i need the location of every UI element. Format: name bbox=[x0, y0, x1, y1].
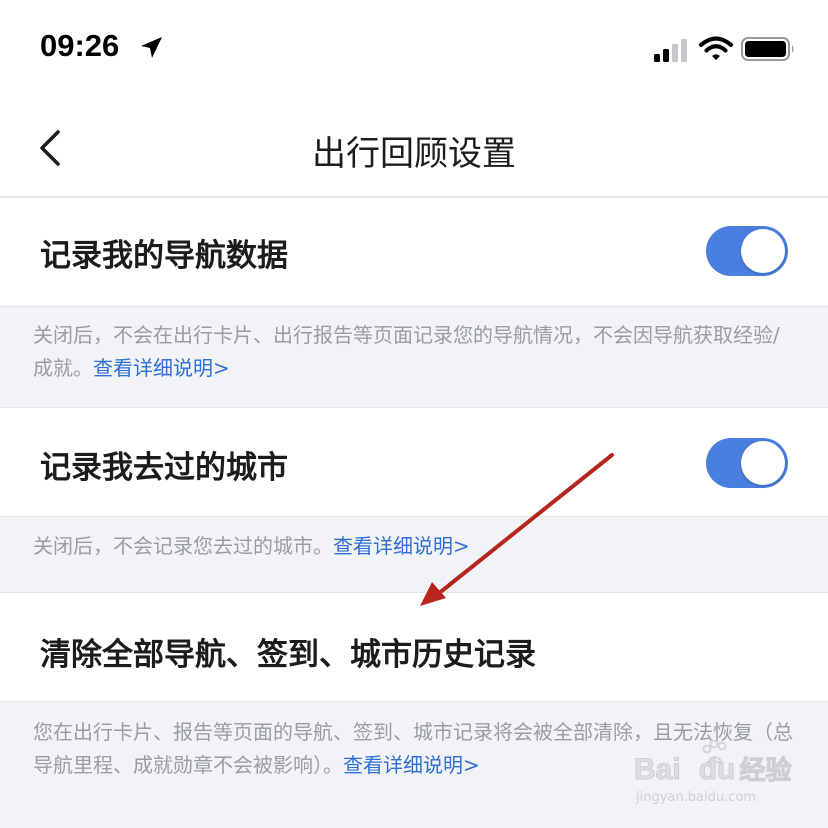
watermark-url: jingyan.baidu.com bbox=[636, 790, 756, 805]
details-link-clear-history[interactable]: 查看详细说明> bbox=[343, 753, 480, 777]
details-link-cities[interactable]: 查看详细说明> bbox=[333, 534, 470, 558]
toggle-knob bbox=[741, 229, 785, 273]
status-time: 09:26 bbox=[40, 28, 120, 63]
toggle-knob bbox=[741, 441, 785, 485]
wifi-icon bbox=[699, 36, 733, 60]
setting-row-visited-cities: 记录我去过的城市 bbox=[0, 407, 828, 517]
clear-history-description: 您在出行卡片、报告等页面的导航、签到、城市记录将会被全部清除，且无法恢复（总导航… bbox=[33, 716, 798, 782]
details-link-navigation[interactable]: 查看详细说明> bbox=[93, 356, 230, 380]
cellular-signal-icon bbox=[654, 39, 687, 62]
visited-cities-toggle[interactable] bbox=[706, 438, 788, 488]
location-arrow-icon bbox=[141, 37, 162, 58]
navigation-bar: 出行回顾设置 bbox=[0, 100, 828, 197]
clear-history-row[interactable]: 清除全部导航、签到、城市历史记录 bbox=[0, 592, 828, 702]
description-text: 关闭后，不会记录您去过的城市。 bbox=[33, 534, 333, 558]
setting-label-visited-cities: 记录我去过的城市 bbox=[40, 450, 288, 486]
visited-cities-description: 关闭后，不会记录您去过的城市。查看详细说明> bbox=[33, 530, 798, 563]
setting-row-navigation-data: 记录我的导航数据 bbox=[0, 197, 828, 307]
page-title: 出行回顾设置 bbox=[312, 134, 516, 174]
navigation-data-toggle[interactable] bbox=[706, 226, 788, 276]
status-bar: 09:26 bbox=[0, 0, 828, 100]
navigation-data-description: 关闭后，不会在出行卡片、出行报告等页面记录您的导航情况，不会因导航获取经验/成就… bbox=[33, 319, 798, 385]
setting-label-navigation-data: 记录我的导航数据 bbox=[40, 238, 288, 274]
battery-icon bbox=[741, 37, 794, 61]
clear-history-label: 清除全部导航、签到、城市历史记录 bbox=[40, 637, 536, 673]
